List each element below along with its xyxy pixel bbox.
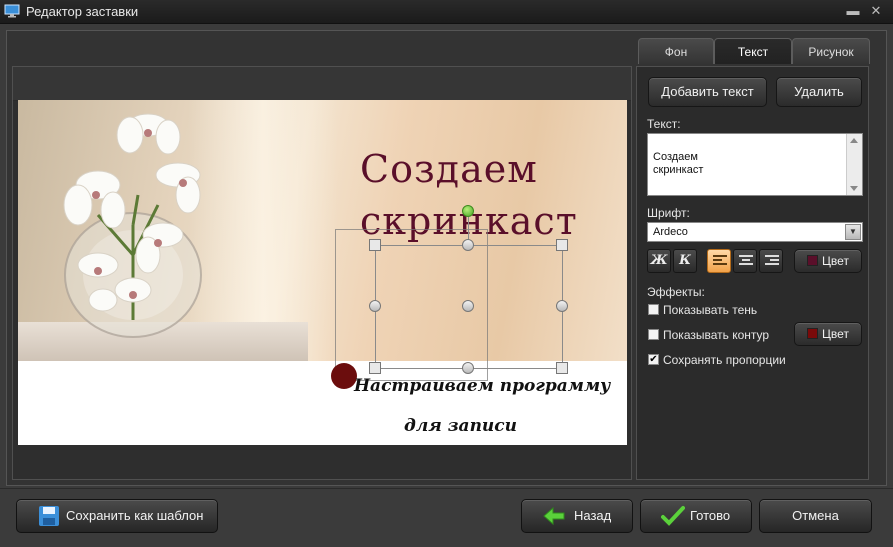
scroll-down-icon[interactable]	[850, 186, 858, 191]
tab-text[interactable]: Текст	[714, 38, 792, 64]
font-select[interactable]: Ardeco ▼	[647, 222, 863, 242]
resize-handle-left[interactable]	[369, 300, 381, 312]
shadow-checkbox[interactable]	[648, 304, 659, 315]
italic-button[interactable]: К	[673, 249, 697, 273]
resize-handle-center[interactable]	[462, 300, 474, 312]
keep-proportions-checkbox[interactable]: ✔	[648, 354, 659, 365]
text-input[interactable]: Создаем скринкаст	[647, 133, 863, 196]
resize-handle-top-right[interactable]	[556, 239, 568, 251]
canvas-subtitle-line1[interactable]: Настраиваем программу	[354, 376, 610, 396]
cancel-button[interactable]: Отмена	[759, 499, 872, 533]
window-title: Редактор заставки	[26, 4, 139, 19]
align-center-icon	[739, 255, 753, 267]
rotate-handle[interactable]	[462, 205, 474, 217]
outline-color-swatch	[807, 328, 819, 339]
orchid-vase-image	[63, 113, 202, 338]
align-left-icon	[713, 255, 727, 267]
delete-button[interactable]: Удалить	[776, 77, 862, 107]
monitor-icon	[4, 4, 20, 18]
bold-button[interactable]: Ж	[647, 249, 671, 273]
align-center-button[interactable]	[733, 249, 757, 273]
resize-handle-bottom-left[interactable]	[369, 362, 381, 374]
text-color-swatch	[807, 255, 819, 266]
minimize-button[interactable]: ▬	[843, 2, 863, 20]
close-button[interactable]: ✕	[866, 2, 886, 20]
keep-proportions-label: Сохранять пропорции	[663, 353, 786, 367]
back-label: Назад	[574, 508, 612, 523]
text-input-value: Создаем скринкаст	[653, 151, 704, 176]
outline-color-label: Цвет	[822, 327, 849, 341]
done-button[interactable]: Готово	[640, 499, 752, 533]
text-color-label: Цвет	[822, 254, 849, 268]
preview-header	[13, 67, 631, 101]
font-label: Шрифт:	[647, 206, 690, 220]
effects-label: Эффекты:	[647, 285, 705, 299]
resize-handle-bottom[interactable]	[462, 362, 474, 374]
resize-handle-top[interactable]	[462, 239, 474, 251]
title-bar: Редактор заставки ▬ ✕	[0, 0, 893, 24]
text-input-scrollbar[interactable]	[846, 134, 862, 195]
font-select-value: Ardeco	[653, 226, 688, 238]
shadow-label: Показывать тень	[663, 303, 758, 317]
align-left-button[interactable]	[707, 249, 731, 273]
arrow-left-icon	[543, 506, 565, 526]
resize-handle-right[interactable]	[556, 300, 568, 312]
outline-label: Показывать контур	[663, 328, 770, 342]
canvas-subtitle-line2[interactable]: для записи	[404, 416, 517, 436]
tab-background[interactable]: Фон	[638, 38, 714, 64]
save-template-label: Сохранить как шаблон	[66, 508, 204, 523]
outline-checkbox[interactable]	[648, 329, 659, 340]
footer-divider	[0, 488, 893, 489]
text-color-button[interactable]: Цвет	[794, 249, 862, 273]
back-button[interactable]: Назад	[521, 499, 633, 533]
scroll-up-icon[interactable]	[850, 138, 858, 143]
add-text-button[interactable]: Добавить текст	[648, 77, 767, 107]
tab-picture[interactable]: Рисунок	[792, 38, 870, 64]
resize-handle-bottom-right[interactable]	[556, 362, 568, 374]
chevron-down-icon[interactable]: ▼	[845, 224, 861, 240]
save-template-button[interactable]: Сохранить как шаблон	[16, 499, 218, 533]
checkmark-icon	[661, 506, 685, 526]
text-label: Текст:	[647, 117, 681, 131]
align-right-icon	[765, 255, 779, 267]
done-label: Готово	[690, 508, 731, 523]
align-right-button[interactable]	[759, 249, 783, 273]
floppy-disk-icon	[39, 506, 59, 526]
outline-color-button[interactable]: Цвет	[794, 322, 862, 346]
resize-handle-top-left[interactable]	[369, 239, 381, 251]
